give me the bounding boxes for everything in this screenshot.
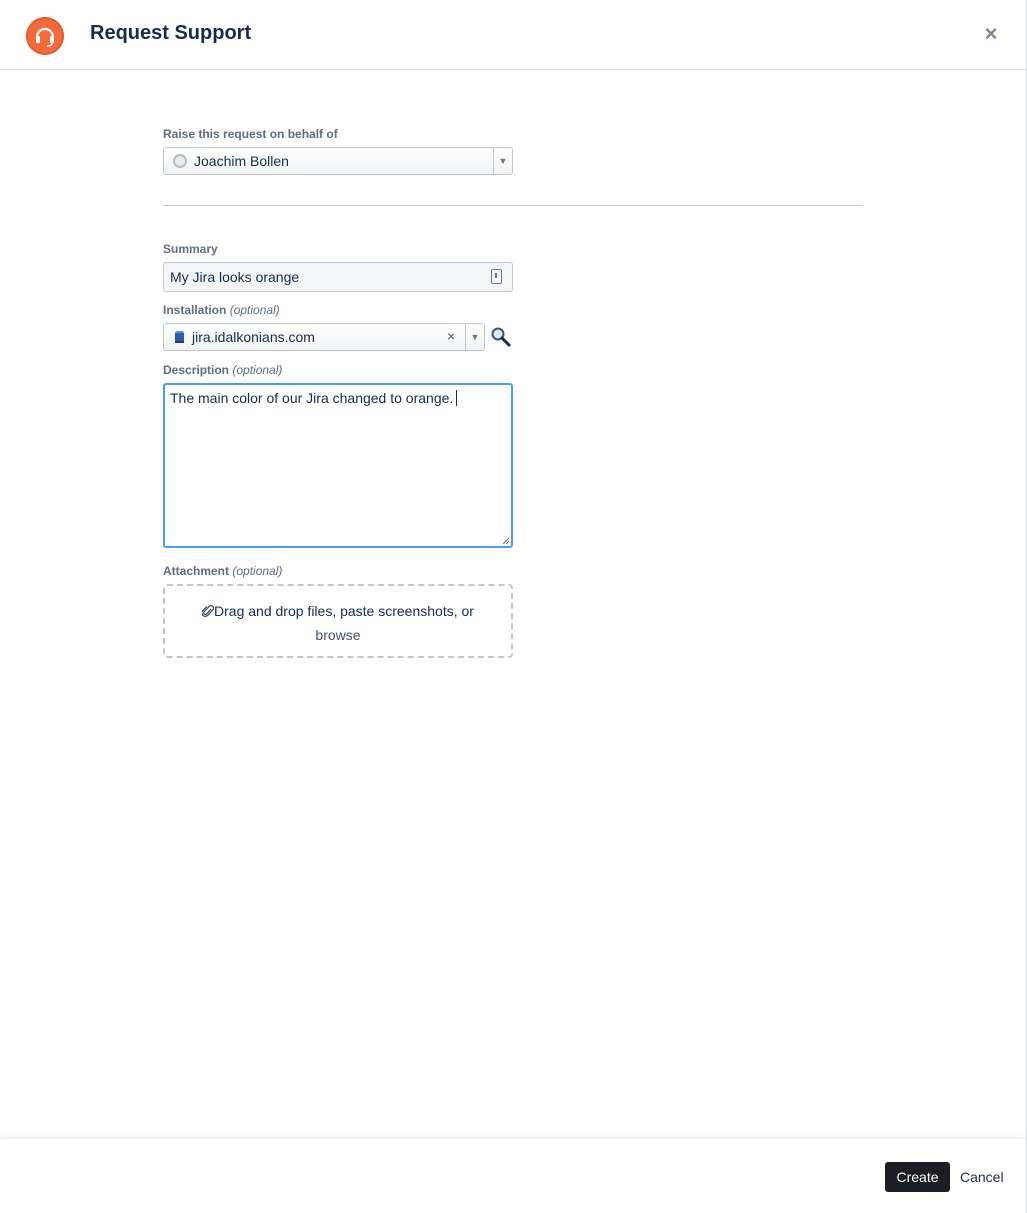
on-behalf-value: Joachim Bollen (194, 153, 289, 169)
attachment-label: Attachment (optional) (163, 564, 282, 578)
description-optional: (optional) (232, 363, 283, 377)
cancel-button[interactable]: Cancel (960, 1162, 1004, 1192)
dialog-header: Request Support × (0, 0, 1027, 70)
close-icon[interactable]: × (979, 22, 1003, 46)
attachment-dropzone[interactable]: Drag and drop files, paste screenshots, … (163, 584, 513, 658)
chevron-down-icon[interactable]: ▼ (493, 148, 512, 174)
description-label: Description (optional) (163, 363, 282, 377)
on-behalf-label: Raise this request on behalf of (163, 127, 338, 141)
description-textarea[interactable]: The main color of our Jira changed to or… (163, 383, 513, 548)
browse-link[interactable]: browse (315, 627, 360, 643)
summary-input[interactable]: My Jira looks orange (163, 262, 513, 292)
chevron-down-icon[interactable]: ▼ (465, 324, 484, 350)
document-icon (491, 269, 502, 284)
headset-icon (26, 17, 64, 55)
on-behalf-select[interactable]: Joachim Bollen ▼ (163, 147, 513, 175)
dialog-footer: Create Cancel (0, 1138, 1027, 1213)
summary-value: My Jira looks orange (170, 269, 300, 285)
resize-grip-icon[interactable] (502, 537, 510, 545)
description-label-text: Description (163, 363, 230, 377)
installation-select[interactable]: jira.idalkonians.com × ▼ (163, 323, 485, 351)
paperclip-icon (202, 605, 215, 617)
description-value: The main color of our Jira changed to or… (170, 390, 454, 406)
installation-optional: (optional) (229, 303, 280, 317)
text-caret (456, 390, 458, 406)
create-button[interactable]: Create (885, 1162, 950, 1192)
request-support-dialog: Request Support × Raise this request on … (0, 0, 1027, 1213)
attachment-label-text: Attachment (163, 564, 230, 578)
dropzone-text: Drag and drop files, paste screenshots, … (214, 603, 474, 619)
search-icon[interactable] (490, 326, 512, 348)
installation-label: Installation (optional) (163, 303, 280, 317)
user-avatar-icon (173, 154, 187, 168)
server-icon (175, 331, 184, 343)
installation-label-text: Installation (163, 303, 227, 317)
clear-icon[interactable]: × (447, 328, 455, 344)
summary-label: Summary (163, 242, 218, 256)
attachment-optional: (optional) (232, 564, 283, 578)
dialog-title: Request Support (90, 22, 252, 44)
installation-value: jira.idalkonians.com (192, 329, 315, 345)
section-divider (163, 205, 863, 206)
